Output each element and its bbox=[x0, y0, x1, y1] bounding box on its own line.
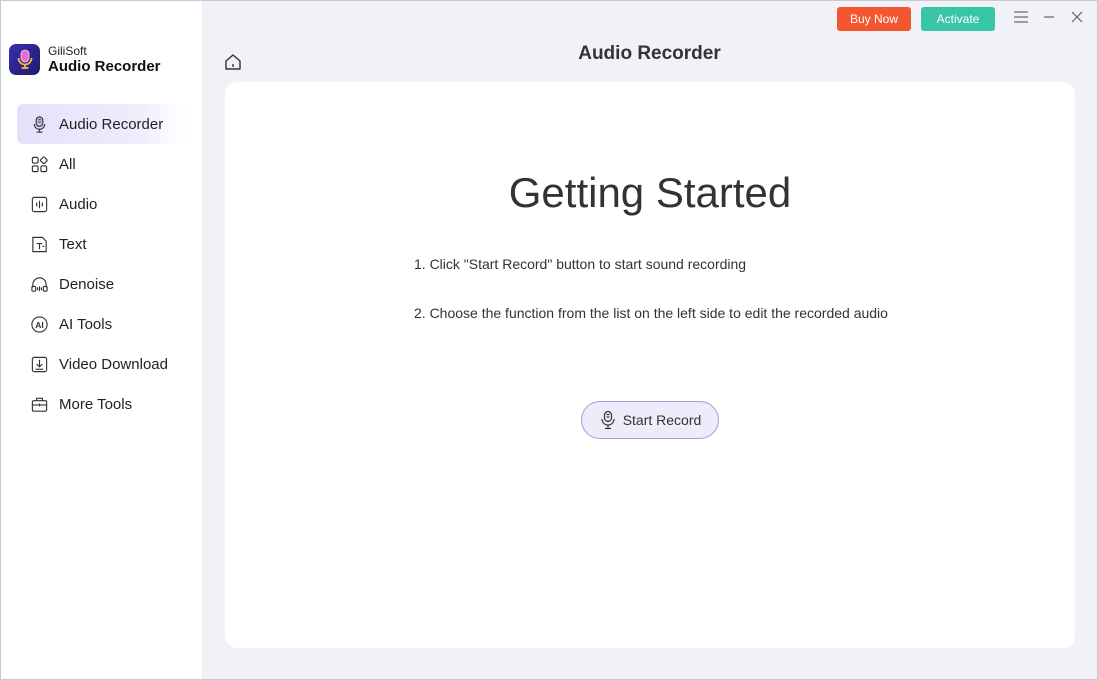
sidebar-item-label: AI Tools bbox=[59, 315, 113, 333]
minimize-icon[interactable] bbox=[1041, 9, 1057, 25]
sidebar-item-label: All bbox=[59, 155, 76, 173]
menu-icon[interactable] bbox=[1013, 9, 1029, 25]
sidebar-item-text[interactable]: Text bbox=[17, 224, 187, 264]
instruction-step-1: 1. Click "Start Record" button to start … bbox=[414, 256, 747, 272]
start-record-label: Start Record bbox=[622, 412, 702, 428]
sidebar-item-label: Audio Recorder bbox=[59, 115, 164, 133]
sidebar-item-label: Video Download bbox=[59, 355, 168, 373]
sidebar-item-video-download[interactable]: Video Download bbox=[17, 344, 187, 384]
window-controls bbox=[1013, 9, 1085, 25]
instruction-step-2: 2. Choose the function from the list on … bbox=[414, 305, 888, 321]
sidebar-item-more-tools[interactable]: More Tools bbox=[17, 384, 187, 424]
toolbox-icon bbox=[29, 394, 49, 414]
page-title: Audio Recorder bbox=[578, 43, 721, 64]
activate-button[interactable]: Activate bbox=[921, 7, 995, 31]
app-logo bbox=[9, 43, 40, 75]
getting-started-card: Getting Started 1. Click "Start Record" … bbox=[225, 82, 1075, 648]
close-icon[interactable] bbox=[1069, 9, 1085, 25]
sidebar-item-denoise[interactable]: Denoise bbox=[17, 264, 187, 304]
getting-started-heading: Getting Started bbox=[508, 169, 792, 216]
ai-icon: AI bbox=[29, 314, 49, 334]
start-record-button[interactable]: Start Record bbox=[581, 401, 719, 439]
headphones-icon bbox=[29, 274, 49, 294]
sidebar-item-audio[interactable]: Audio bbox=[17, 184, 187, 224]
sidebar-item-label: Text bbox=[59, 235, 87, 253]
titlebar-actions: Buy Now Activate bbox=[837, 7, 995, 31]
microphone-icon bbox=[599, 410, 617, 430]
microphone-icon bbox=[29, 114, 49, 134]
buy-now-button[interactable]: Buy Now bbox=[837, 7, 911, 31]
brand: GiliSoft Audio Recorder bbox=[9, 43, 161, 75]
sidebar-item-all[interactable]: All bbox=[17, 144, 187, 184]
sidebar-item-audio-recorder[interactable]: Audio Recorder bbox=[17, 104, 187, 144]
sidebar-item-label: Audio bbox=[59, 195, 98, 213]
sidebar-item-label: More Tools bbox=[59, 395, 133, 413]
brand-product: Audio Recorder bbox=[48, 57, 161, 75]
sidebar-nav: Audio Recorder All Audio Text Denoise AI… bbox=[17, 104, 187, 424]
sidebar: GiliSoft Audio Recorder Audio Recorder A… bbox=[1, 1, 202, 679]
sidebar-item-ai-tools[interactable]: AI AI Tools bbox=[17, 304, 187, 344]
brand-company: GiliSoft bbox=[48, 43, 87, 58]
text-icon bbox=[29, 234, 49, 254]
audio-file-icon bbox=[29, 194, 49, 214]
app-window: GiliSoft Audio Recorder Audio Recorder A… bbox=[0, 0, 1098, 680]
sidebar-item-label: Denoise bbox=[59, 275, 115, 293]
svg-text:AI: AI bbox=[35, 319, 44, 329]
grid-icon bbox=[29, 154, 49, 174]
download-icon bbox=[29, 354, 49, 374]
